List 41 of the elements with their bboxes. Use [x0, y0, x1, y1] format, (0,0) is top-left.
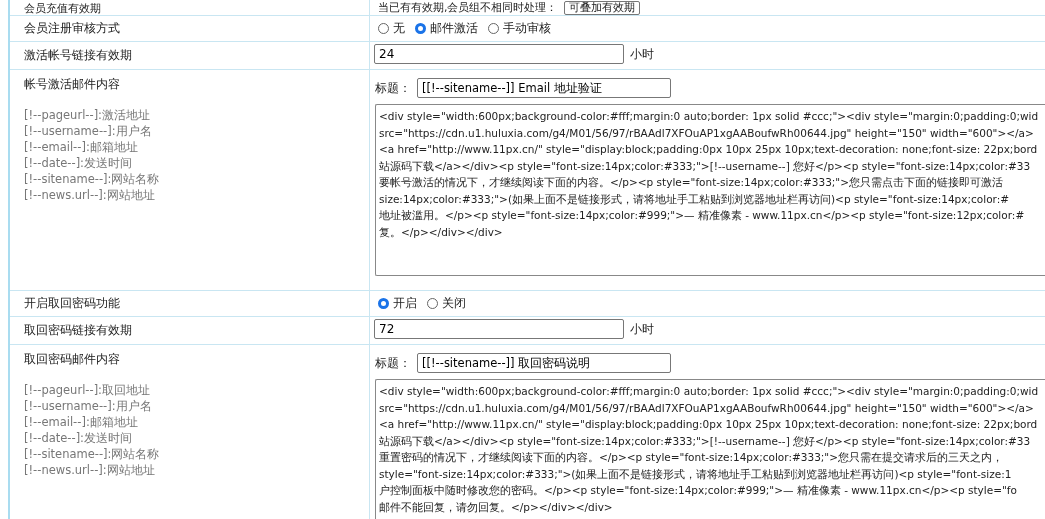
radio-option[interactable]: 邮件激活	[415, 20, 478, 37]
row-label: 会员充值有效期	[24, 2, 101, 15]
email-body-field[interactable]: <div style="width:600px;background-color:#fff;margin:0 auto;border: 1px solid #ccc;"><div style="margin:0;padding:0;wid src="https://cdn.u1.huluxia.com/g4/M01/56/97/rBAAdl7XFOuAP1xgAABoufwRh00644.jpg" height="150" width="600"></a> <a href="http://www.11px.cn/" style="display:block;padding:0px 10px 25px 10px;text-decoration: none;font-size: 22px;bord 站源码下载</a></div><p style="font-size:14px;color:#333;">[!--username--] 您好</p><p style="font-size:14px;color:#33 要帐号激活的情况下，才继续阅读下面的内容。</p><p style="font-size:14px;color:#333;">您只需点击下面的链接即可激活 size:14px;color:#333;">(如果上面不是链接形式，请将地址手工粘贴到浏览器地址栏再访问)<p style="font-size:14px;color:# 地址被滥用。</p><p style="font-size:14px;color:#999;">— 精准像素 - www.11px.cn</p><p style="font-size:12px;color:# 复。</p></div></div>	[375, 104, 1045, 276]
variable-hint: [!--news.url--]:网站地址	[24, 462, 156, 478]
subject-field[interactable]: [[!--sitename--]] 取回密码说明	[417, 353, 671, 373]
variable-hint: [!--username--]:用户名	[24, 398, 153, 414]
variable-hint: [!--username--]:用户名	[24, 123, 153, 139]
unit-label: 小时	[630, 320, 654, 338]
radio-icon[interactable]	[378, 23, 389, 34]
unit-label: 小时	[630, 45, 654, 63]
field-prompt: 当已有有效期,会员组不相同时处理：	[378, 2, 558, 14]
radio-option[interactable]: 开启	[378, 295, 417, 312]
radio-option[interactable]: 关闭	[427, 295, 466, 312]
variable-hint: [!--email--]:邮箱地址	[24, 414, 139, 430]
number-field[interactable]: 72	[374, 319, 624, 339]
variable-hint: [!--sitename--]:网站名称	[24, 171, 161, 187]
variable-hint: [!--email--]:邮箱地址	[24, 139, 139, 155]
row-label: 帐号激活邮件内容	[24, 76, 121, 93]
row-label: 取回密码链接有效期	[24, 322, 133, 339]
subject-label: 标题：	[375, 79, 411, 97]
row-label: 取回密码邮件内容	[24, 351, 121, 368]
radio-icon[interactable]	[488, 23, 499, 34]
number-field[interactable]: 24	[374, 44, 624, 64]
radio-option[interactable]: 手动审核	[488, 20, 551, 37]
variable-hint: [!--pageurl--]:激活地址	[24, 107, 151, 123]
radio-icon[interactable]	[415, 23, 426, 34]
row-label: 激活帐号链接有效期	[24, 47, 133, 64]
variable-hint: [!--date--]:发送时间	[24, 430, 133, 446]
radio-icon[interactable]	[378, 298, 389, 309]
radio-option[interactable]: 无	[378, 20, 405, 37]
variable-hint: [!--pageurl--]:取回地址	[24, 382, 151, 398]
radio-icon[interactable]	[427, 298, 438, 309]
email-body-field[interactable]: <div style="width:600px;background-color:#fff;margin:0 auto;border: 1px solid #ccc;"><div style="margin:0;padding:0;wid src="https://cdn.u1.huluxia.com/g4/M01/56/97/rBAAdl7XFOuAP1xgAABoufwRh00644.jpg" height="150" width="600"></a> <a href="http://www.11px.cn/" style="display:block;padding:0px 10px 25px 10px;text-decoration: none;font-size: 22px;bord 站源码下载</a></div><p style="font-size:14px;color:#333;">[!--username--] 您好</p><p style="font-size:14px;color:#33 重置密码的情况下，才继续阅读下面的内容。</p><p style="font-size:14px;color:#333;">您只需在提交请求后的三天之内， style="font-size:14px;color:#333;">(如果上面不是链接形式，请将地址手工粘贴到浏览器地址栏再访问)<p style="font-size:1 户控制面板中随时修改您的密码。</p><p style="font-size:14px;color:#999;">— 精准像素 - www.11px.cn</p><p style="fo 邮件不能回复，请勿回复。</p></div></div>	[375, 379, 1045, 519]
row-label: 会员注册审核方式	[24, 20, 121, 37]
variable-hint: [!--news.url--]:网站地址	[24, 187, 156, 203]
row-label: 开启取回密码功能	[24, 295, 121, 312]
subject-field[interactable]: [[!--sitename--]] Email 地址验证	[417, 78, 671, 98]
select-dropdown[interactable]: 可叠加有效期	[563, 1, 640, 15]
subject-label: 标题：	[375, 354, 411, 372]
variable-hint: [!--date--]:发送时间	[24, 155, 133, 171]
variable-hint: [!--sitename--]:网站名称	[24, 446, 161, 462]
